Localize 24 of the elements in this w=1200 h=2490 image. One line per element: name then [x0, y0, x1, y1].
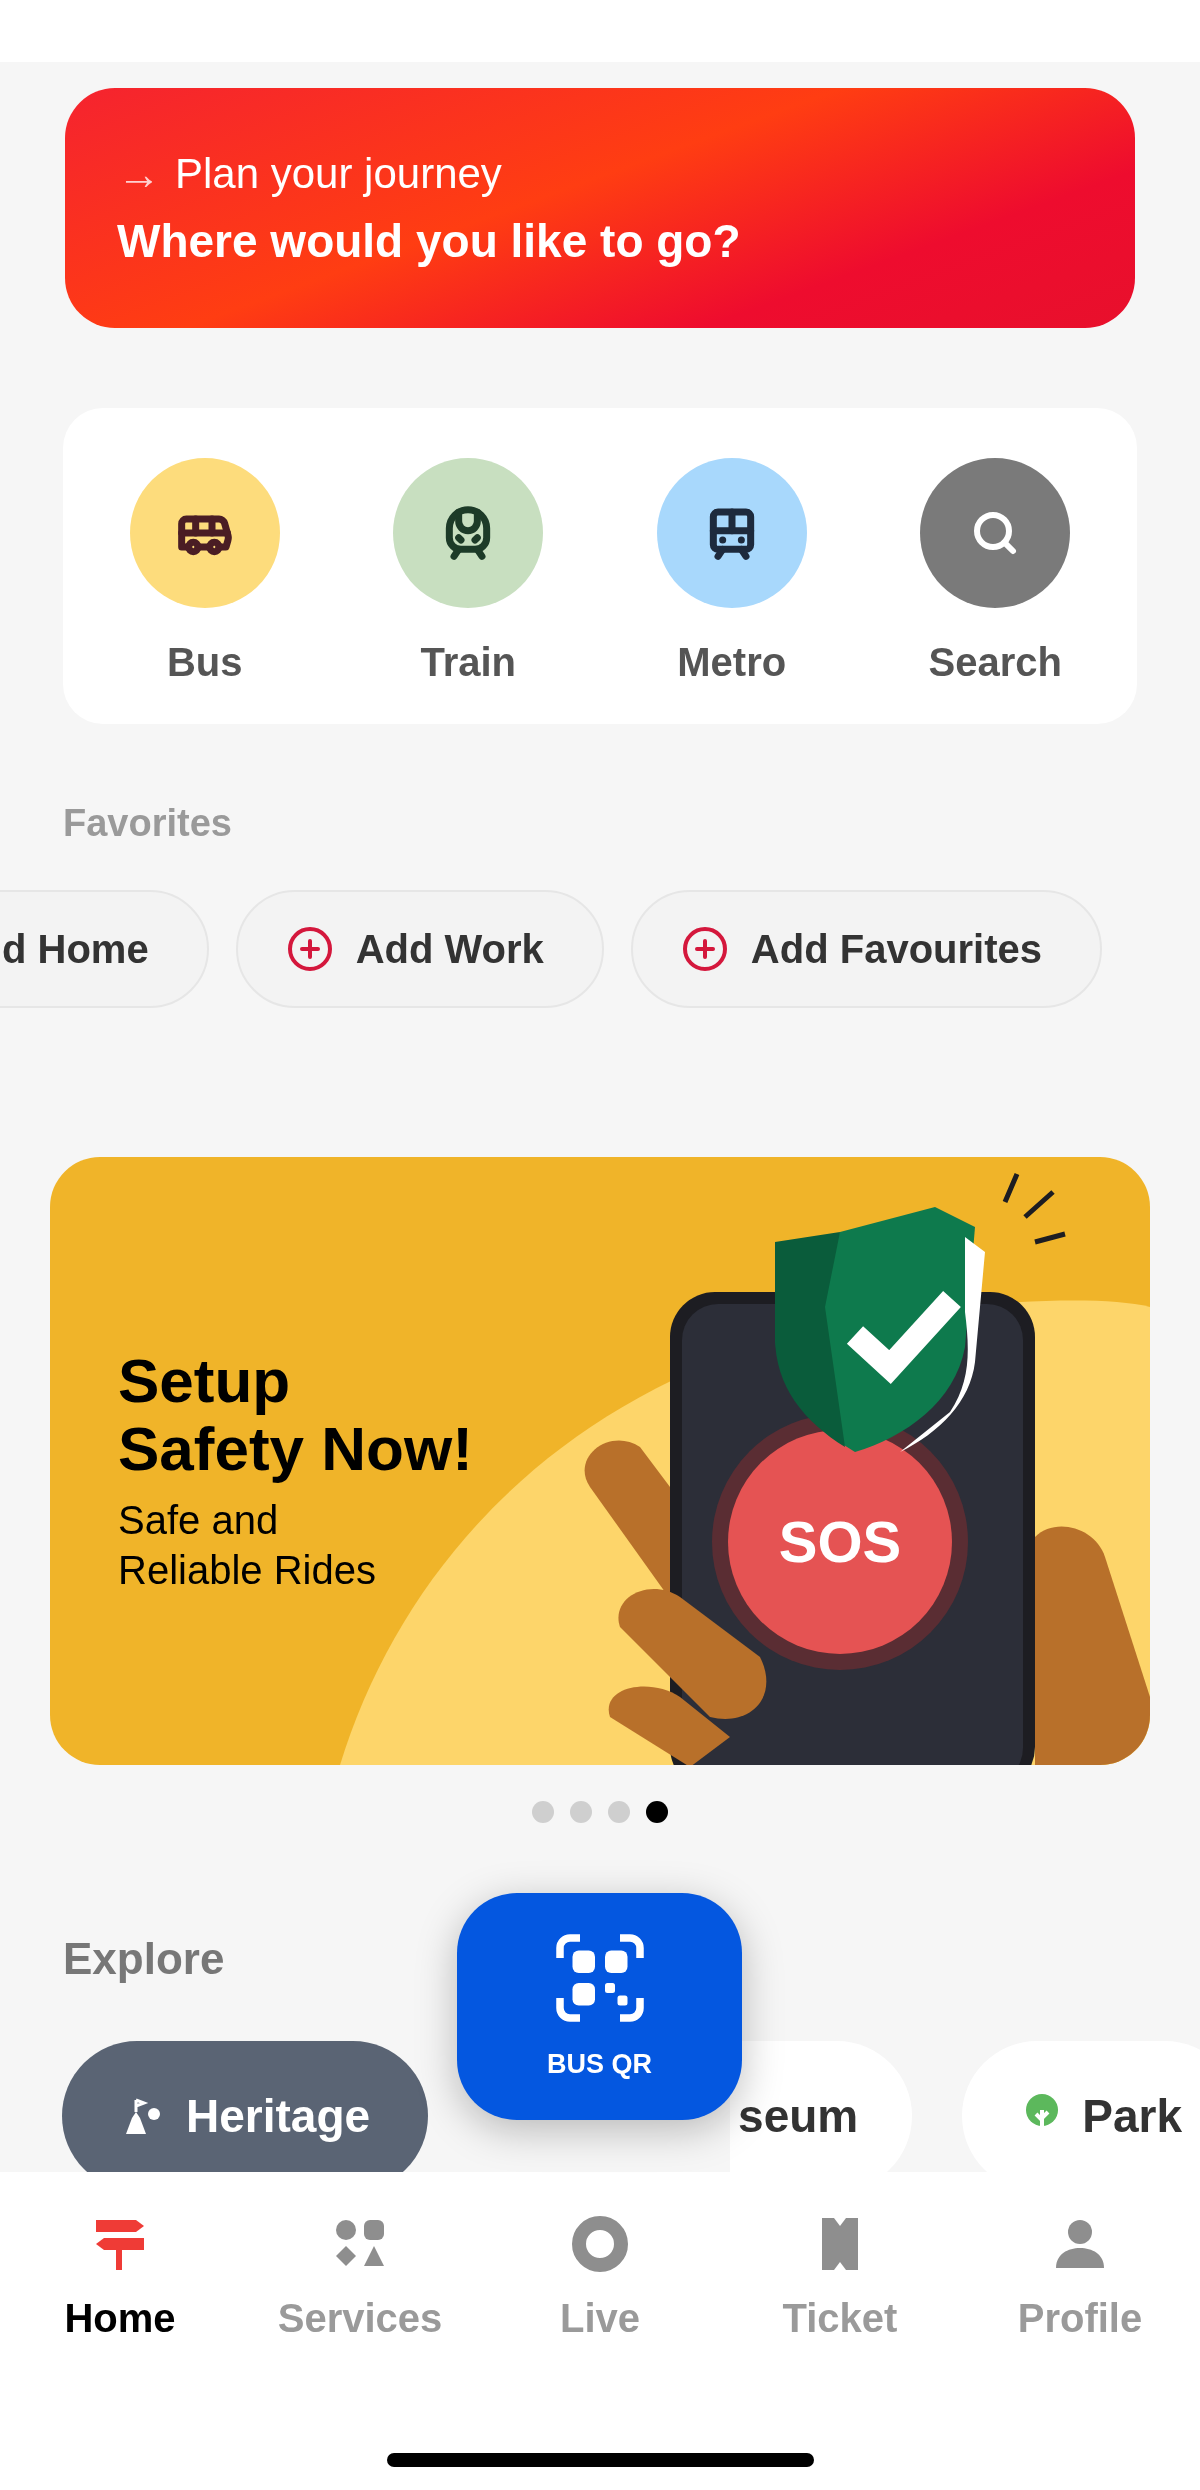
explore-chip[interactable]: Heritage: [62, 2041, 429, 2172]
nav-tab[interactable]: Home: [0, 2212, 240, 2338]
banner-subtitle-line: Safe and: [118, 1497, 280, 1544]
banner-title-line: Setup: [118, 1347, 292, 1415]
transport-mode-button[interactable]: Search: [863, 458, 1127, 724]
transport-mode-button[interactable]: Train: [336, 458, 600, 724]
add-icon: [680, 925, 729, 973]
arrow-icon: →: [117, 152, 161, 196]
favorite-chip[interactable]: d Home: [0, 890, 209, 1008]
banner-title-line: Safety Now!: [118, 1415, 474, 1483]
add-icon: [285, 925, 334, 973]
banner-subtitle-line: Reliable Rides: [118, 1547, 377, 1594]
favorite-chip[interactable]: Add Work: [235, 890, 604, 1008]
plan-journey-card[interactable]: → Plan your journey Where would you like to go?: [65, 88, 1135, 328]
journey-title: Plan your journey: [175, 153, 502, 195]
explore-chip[interactable]: seum: [730, 2041, 913, 2172]
favorite-chip[interactable]: Add Favourites: [630, 890, 1102, 1008]
explore-heading: Explore: [63, 1933, 225, 1985]
explore-chip[interactable]: Park: [962, 2041, 1200, 2172]
transport-mode-button[interactable]: Bus: [73, 458, 337, 724]
safety-banner[interactable]: Setup Safety Now! Safe and Reliable Rides SOS: [50, 1157, 1150, 1765]
transport-mode-button[interactable]: Metro: [600, 458, 864, 724]
favorites-heading: Favorites: [63, 801, 232, 846]
sos-label: SOS: [778, 1509, 902, 1574]
